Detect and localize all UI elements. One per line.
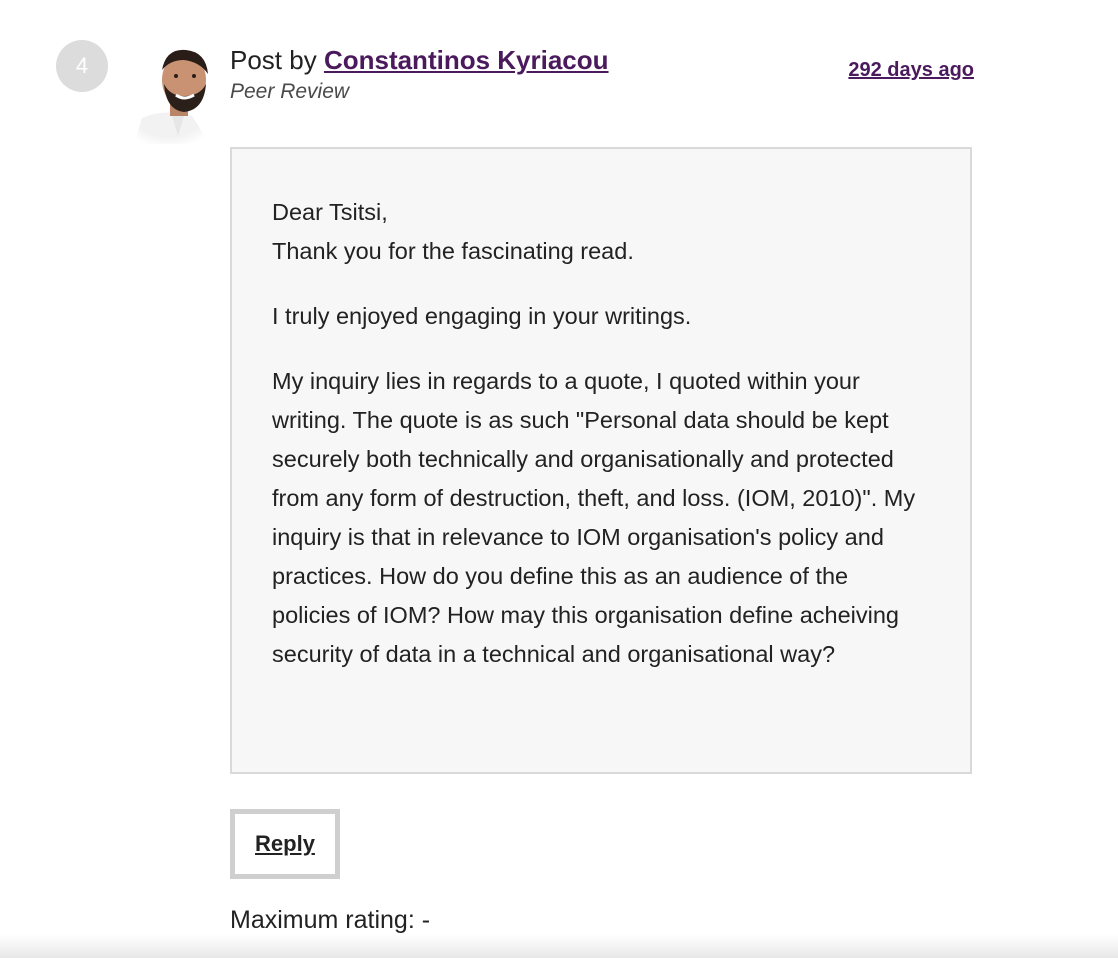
post-type-label: Peer Review: [230, 80, 350, 103]
reply-button[interactable]: Reply: [230, 809, 340, 879]
bottom-scroll-shadow: [0, 934, 1118, 958]
post-timestamp-link[interactable]: 292 days ago: [848, 59, 974, 82]
post-body: Dear Tsitsi, Thank you for the fascinati…: [230, 147, 972, 774]
author-link[interactable]: Constantinos Kyriacou: [324, 45, 609, 75]
author-avatar[interactable]: [114, 40, 214, 144]
maximum-rating-text: Maximum rating: -: [230, 906, 431, 934]
post-paragraph-1: Dear Tsitsi, Thank you for the fascinati…: [272, 193, 930, 271]
post-paragraph-2: I truly enjoyed engaging in your writing…: [272, 303, 692, 329]
post-number-badge: 4: [56, 40, 108, 92]
post-header: Post by Constantinos Kyriacou Peer Revie…: [230, 44, 609, 104]
greeting-line: Dear Tsitsi,: [272, 199, 388, 225]
byline-prefix: Post by: [230, 45, 324, 75]
thanks-line: Thank you for the fascinating read.: [272, 238, 634, 264]
post-paragraph-3: My inquiry lies in regards to a quote, I…: [272, 368, 916, 667]
post-byline: Post by Constantinos Kyriacou: [230, 44, 609, 76]
avatar-photo-icon: [114, 40, 214, 144]
